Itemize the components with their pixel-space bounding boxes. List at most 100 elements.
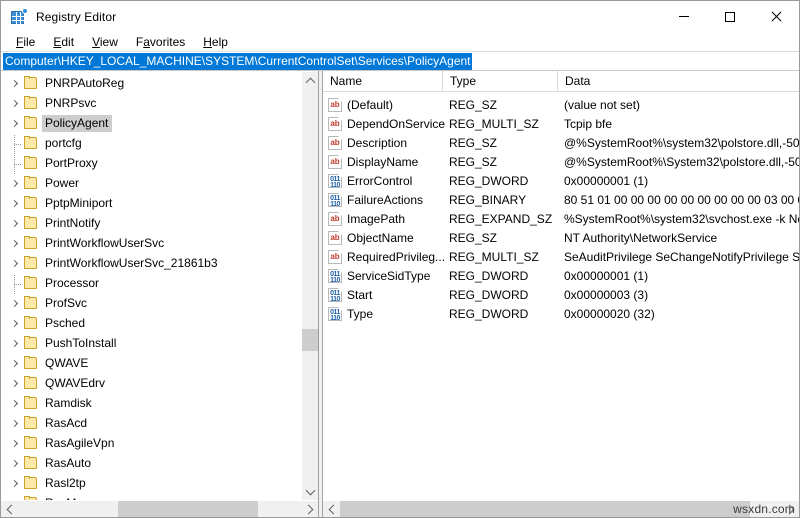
chevron-up-icon	[305, 77, 315, 87]
tree-hscroll-track[interactable]	[18, 501, 301, 517]
tree-item-qwave[interactable]: QWAVE	[1, 353, 301, 373]
tree-item-portproxy[interactable]: PortProxy	[1, 153, 301, 175]
string-value-icon: ab	[328, 230, 342, 245]
tree-item-pptpminiport[interactable]: PptpMiniport	[1, 193, 301, 213]
main-split: PNRPAutoReg PNRPsvc PolicyAgent portcfg Port…	[1, 71, 799, 517]
tree-item-rasagilevpn[interactable]: RasAgileVpn	[1, 433, 301, 453]
chevron-left-icon	[6, 504, 16, 514]
value-name-cell: 011 110 Type	[328, 306, 449, 321]
tree-item-ramdisk[interactable]: Ramdisk	[1, 393, 301, 413]
expand-chevron-icon[interactable]	[7, 415, 23, 431]
tree-item-portcfg[interactable]: portcfg	[1, 133, 301, 155]
values-horizontal-scrollbar[interactable]	[323, 500, 799, 517]
value-row[interactable]: ab Description REG_SZ @%SystemRoot%\system3…	[323, 133, 799, 152]
expand-chevron-icon[interactable]	[7, 75, 23, 91]
value-name-cell: 011 110 ErrorControl	[328, 173, 449, 188]
tree-scroll-up-button[interactable]	[302, 72, 318, 89]
tree-item-label: RasAgileVpn	[45, 435, 115, 450]
tree-item-pnrpsvc[interactable]: PNRPsvc	[1, 93, 301, 113]
value-row[interactable]: 011 110 ServiceSidType REG_DWORD 0x00000001 …	[323, 266, 799, 285]
column-header-name[interactable]: Name	[323, 71, 443, 91]
value-row[interactable]: ab DependOnService REG_MULTI_SZ Tcpip bfe	[323, 114, 799, 133]
tree-item-rasman[interactable]: RasMan	[1, 493, 301, 500]
tree-item-psched[interactable]: Psched	[1, 313, 301, 333]
tree-item-printworkflowusersvc[interactable]: PrintWorkflowUserSvc	[1, 233, 301, 253]
value-row[interactable]: ab DisplayName REG_SZ @%SystemRoot%\System3…	[323, 152, 799, 171]
menu-item-favorites[interactable]: Favorites	[127, 33, 194, 51]
expand-chevron-icon[interactable]	[7, 115, 23, 131]
menu-item-view[interactable]: View	[83, 33, 127, 51]
tree-item-pushtoinstall[interactable]: PushToInstall	[1, 333, 301, 353]
string-value-icon: ab	[328, 116, 342, 131]
value-row[interactable]: ab ObjectName REG_SZ NT Authority\NetworkSe…	[323, 228, 799, 247]
values-scroll-right-button[interactable]	[782, 501, 799, 517]
values-hscroll-thumb[interactable]	[340, 501, 750, 517]
registry-path-text[interactable]: Computer\HKEY_LOCAL_MACHINE\SYSTEM\Curre…	[3, 52, 472, 70]
tree-scroll-down-button[interactable]	[302, 483, 318, 500]
values-column-header[interactable]: Name Type Data	[323, 71, 799, 92]
tree-item-qwavedrv[interactable]: QWAVEdrv	[1, 373, 301, 393]
window-controls	[661, 1, 799, 32]
expand-chevron-icon[interactable]	[7, 295, 23, 311]
expand-chevron-icon[interactable]	[7, 395, 23, 411]
value-row[interactable]: 011 110 Type REG_DWORD 0x00000020 (32)	[323, 304, 799, 323]
tree-item-power[interactable]: Power	[1, 173, 301, 193]
values-scroll-left-button[interactable]	[323, 501, 340, 517]
tree-hscroll-thumb[interactable]	[118, 501, 258, 517]
tree-item-label: PrintWorkflowUserSvc_21861b3	[45, 255, 218, 270]
menu-item-edit[interactable]: Edit	[44, 33, 83, 51]
value-data-cell: SeAuditPrivilege SeChangeNotifyPrivilege…	[564, 249, 799, 264]
address-bar[interactable]: Computer\HKEY_LOCAL_MACHINE\SYSTEM\Curre…	[1, 52, 799, 71]
value-row[interactable]: 011 110 ErrorControl REG_DWORD 0x00000001 (1…	[323, 171, 799, 190]
tree-item-label: QWAVE	[45, 355, 89, 370]
expand-chevron-icon[interactable]	[7, 435, 23, 451]
value-row[interactable]: ab ImagePath REG_EXPAND_SZ %SystemRoot%\sys…	[323, 209, 799, 228]
tree-item-processor[interactable]: Processor	[1, 273, 301, 295]
expand-chevron-icon[interactable]	[7, 95, 23, 111]
value-type-cell: REG_SZ	[449, 230, 498, 245]
value-row[interactable]: ab RequiredPrivileg... REG_MULTI_SZ SeAudit…	[323, 247, 799, 266]
tree-item-printnotify[interactable]: PrintNotify	[1, 213, 301, 233]
tree-item-profsvc[interactable]: ProfSvc	[1, 293, 301, 313]
tree-item-printworkflowusersvc_21861b3[interactable]: PrintWorkflowUserSvc_21861b3	[1, 253, 301, 273]
value-row[interactable]: ab (Default) REG_SZ (value not set)	[323, 95, 799, 114]
registry-key-tree[interactable]: PNRPAutoReg PNRPsvc PolicyAgent portcfg Port…	[1, 72, 301, 500]
tree-item-label: PNRPAutoReg	[45, 75, 125, 90]
tree-item-policyagent[interactable]: PolicyAgent	[1, 113, 301, 133]
dword-value-icon: 011 110	[328, 287, 342, 302]
expand-chevron-icon[interactable]	[7, 315, 23, 331]
maximize-button[interactable]	[707, 1, 753, 32]
menu-item-help[interactable]: Help	[194, 33, 237, 51]
tree-item-rasl2tp[interactable]: Rasl2tp	[1, 473, 301, 493]
expand-chevron-icon[interactable]	[7, 475, 23, 491]
expand-chevron-icon[interactable]	[7, 175, 23, 191]
minimize-button[interactable]	[661, 1, 707, 32]
expand-chevron-icon[interactable]	[7, 375, 23, 391]
tree-scroll-right-button[interactable]	[301, 501, 318, 517]
expand-chevron-icon[interactable]	[7, 355, 23, 371]
expand-chevron-icon[interactable]	[7, 235, 23, 251]
tree-item-label: PptpMiniport	[45, 195, 113, 210]
values-hscroll-track[interactable]	[340, 501, 782, 517]
tree-vertical-scrollbar[interactable]	[301, 72, 318, 500]
menu-item-file[interactable]: File	[7, 33, 44, 51]
expand-chevron-icon[interactable]	[7, 335, 23, 351]
expand-chevron-icon[interactable]	[7, 455, 23, 471]
value-row[interactable]: 011 110 FailureActions REG_BINARY 80 51 01 0…	[323, 190, 799, 209]
tree-item-pnrpautoreg[interactable]: PNRPAutoReg	[1, 73, 301, 93]
tree-scroll-track[interactable]	[302, 89, 318, 483]
value-row[interactable]: 011 110 Start REG_DWORD 0x00000003 (3)	[323, 285, 799, 304]
tree-connector-line	[7, 135, 23, 155]
expand-chevron-icon[interactable]	[7, 195, 23, 211]
registry-values-list[interactable]: ab (Default) REG_SZ (value not set) ab Depend…	[323, 92, 799, 500]
column-header-type[interactable]: Type	[443, 71, 558, 91]
close-button[interactable]	[753, 1, 799, 32]
column-header-data[interactable]: Data	[558, 71, 799, 91]
expand-chevron-icon[interactable]	[7, 255, 23, 271]
tree-scroll-left-button[interactable]	[1, 501, 18, 517]
expand-chevron-icon[interactable]	[7, 215, 23, 231]
tree-horizontal-scrollbar[interactable]	[1, 500, 318, 517]
tree-item-rasacd[interactable]: RasAcd	[1, 413, 301, 433]
tree-scroll-thumb[interactable]	[302, 329, 318, 351]
tree-item-rasauto[interactable]: RasAuto	[1, 453, 301, 473]
